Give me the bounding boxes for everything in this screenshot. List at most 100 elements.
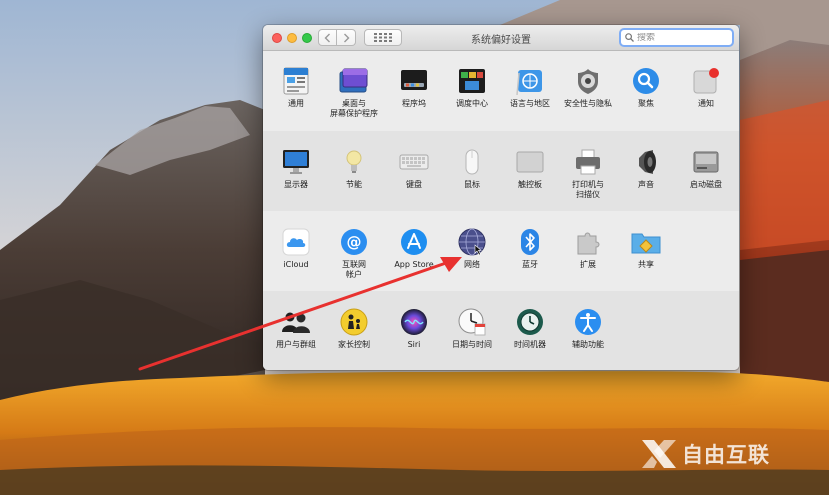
pref-parental-controls[interactable]: 家长控制	[321, 307, 387, 350]
pref-label: 桌面与 屏幕保护程序	[330, 99, 378, 118]
pref-network[interactable]: 网络	[439, 227, 505, 270]
pref-label: 安全性与隐私	[564, 99, 612, 108]
pref-label: 扩展	[580, 260, 596, 269]
watermark-logo-icon	[642, 440, 676, 468]
pref-language-region[interactable]: 语言与地区	[497, 66, 563, 109]
pref-accessibility[interactable]: 辅助功能	[555, 307, 621, 350]
pref-label: 程序坞	[402, 99, 426, 108]
users-groups-icon	[281, 307, 311, 337]
pref-label: App Store	[394, 260, 434, 269]
watermark-text: 自由互联	[682, 443, 770, 467]
forward-button[interactable]	[337, 29, 356, 46]
pref-label: 语言与地区	[510, 99, 550, 108]
pref-mouse[interactable]: 鼠标	[439, 147, 505, 190]
pref-dock[interactable]: 程序坞	[381, 66, 447, 109]
pref-label: 蓝牙	[522, 260, 538, 269]
pref-date-time[interactable]: 日期与时间	[439, 307, 505, 350]
pref-time-machine[interactable]: 时间机器	[497, 307, 563, 350]
pref-bluetooth[interactable]: 蓝牙	[497, 227, 563, 270]
pref-label: 聚焦	[638, 99, 654, 108]
trackpad-icon	[515, 147, 545, 177]
app-store-icon	[399, 227, 429, 257]
pref-label: Siri	[407, 340, 421, 349]
chevron-right-icon	[343, 33, 349, 42]
time-machine-icon	[515, 307, 545, 337]
startup-disk-icon	[691, 147, 721, 177]
pref-label: 通知	[698, 99, 714, 108]
pref-label: 互联网 帐户	[342, 260, 366, 279]
window-title: 系统偏好设置	[471, 35, 531, 46]
pref-spotlight[interactable]: 聚焦	[613, 66, 679, 109]
pref-extensions[interactable]: 扩展	[555, 227, 621, 270]
language-region-icon	[515, 66, 545, 96]
network-icon	[457, 227, 487, 257]
spotlight-icon	[631, 66, 661, 96]
close-button[interactable]	[272, 33, 282, 43]
pref-label: 时间机器	[514, 340, 546, 349]
search-input[interactable]	[637, 32, 727, 43]
pref-displays[interactable]: 显示器	[263, 147, 329, 190]
sound-icon	[631, 147, 661, 177]
system-preferences-window: 系统偏好设置 通用	[263, 25, 739, 370]
pref-startup-disk[interactable]: 启动磁盘	[673, 147, 739, 190]
general-icon	[281, 66, 311, 96]
siri-icon	[399, 307, 429, 337]
zoom-button[interactable]	[302, 33, 312, 43]
pref-label: 通用	[288, 99, 304, 108]
mouse-icon	[457, 147, 487, 177]
pref-label: 日期与时间	[452, 340, 492, 349]
search-field[interactable]	[619, 28, 734, 47]
accessibility-icon	[573, 307, 603, 337]
parental-controls-icon	[339, 307, 369, 337]
pref-app-store[interactable]: App Store	[381, 227, 447, 270]
pref-internet-accounts[interactable]: @ 互联网 帐户	[321, 227, 387, 280]
search-icon	[625, 33, 634, 42]
pref-label: 鼠标	[464, 180, 480, 189]
minimize-button[interactable]	[287, 33, 297, 43]
pref-icloud[interactable]: iCloud	[263, 227, 329, 270]
pref-security-privacy[interactable]: 安全性与隐私	[555, 66, 621, 109]
pref-trackpad[interactable]: 触控板	[497, 147, 563, 190]
pref-label: 显示器	[284, 180, 308, 189]
desktop-screensaver-icon	[339, 66, 369, 96]
pref-label: 打印机与 扫描仪	[572, 180, 604, 199]
svg-text:@: @	[347, 233, 362, 251]
pref-keyboard[interactable]: 键盘	[381, 147, 447, 190]
pref-label: 节能	[346, 180, 362, 189]
section-system: 用户与群组 家长控制 Siri 日期与时间 时间机器 辅助功能	[263, 291, 739, 370]
title-bar[interactable]: 系统偏好设置	[263, 25, 739, 51]
show-all-button[interactable]	[364, 29, 402, 46]
pref-label: 调度中心	[456, 99, 488, 108]
dock-icon	[399, 66, 429, 96]
pref-users-groups[interactable]: 用户与群组	[263, 307, 329, 350]
pref-mission-control[interactable]: 调度中心	[439, 66, 505, 109]
pref-printers-scanners[interactable]: 打印机与 扫描仪	[555, 147, 621, 200]
bluetooth-icon	[515, 227, 545, 257]
pref-label: 网络	[464, 260, 480, 269]
pref-label: 启动磁盘	[690, 180, 722, 189]
pref-desktop-screensaver[interactable]: 桌面与 屏幕保护程序	[321, 66, 387, 119]
displays-icon	[281, 147, 311, 177]
keyboard-icon	[399, 147, 429, 177]
section-personal: 通用 桌面与 屏幕保护程序 程序坞 调度中心 语言与地区 安全性与隐私 聚焦 通…	[263, 52, 739, 131]
pref-general[interactable]: 通用	[263, 66, 329, 109]
mission-control-icon	[457, 66, 487, 96]
pref-sound[interactable]: 声音	[613, 147, 679, 190]
notifications-icon	[691, 66, 721, 96]
back-button[interactable]	[318, 29, 337, 46]
pref-label: 共享	[638, 260, 654, 269]
date-time-icon	[457, 307, 487, 337]
chevron-left-icon	[324, 33, 330, 42]
icloud-icon	[281, 227, 311, 257]
energy-saver-icon	[339, 147, 369, 177]
pref-notifications[interactable]: 通知	[673, 66, 739, 109]
watermark: 自由互联	[640, 437, 770, 471]
extensions-icon	[573, 227, 603, 257]
pref-label: 触控板	[518, 180, 542, 189]
pref-energy-saver[interactable]: 节能	[321, 147, 387, 190]
internet-accounts-icon: @	[339, 227, 369, 257]
pref-label: iCloud	[283, 260, 309, 269]
pref-siri[interactable]: Siri	[381, 307, 447, 350]
pref-sharing[interactable]: 共享	[613, 227, 679, 270]
grid-icon	[374, 33, 392, 42]
